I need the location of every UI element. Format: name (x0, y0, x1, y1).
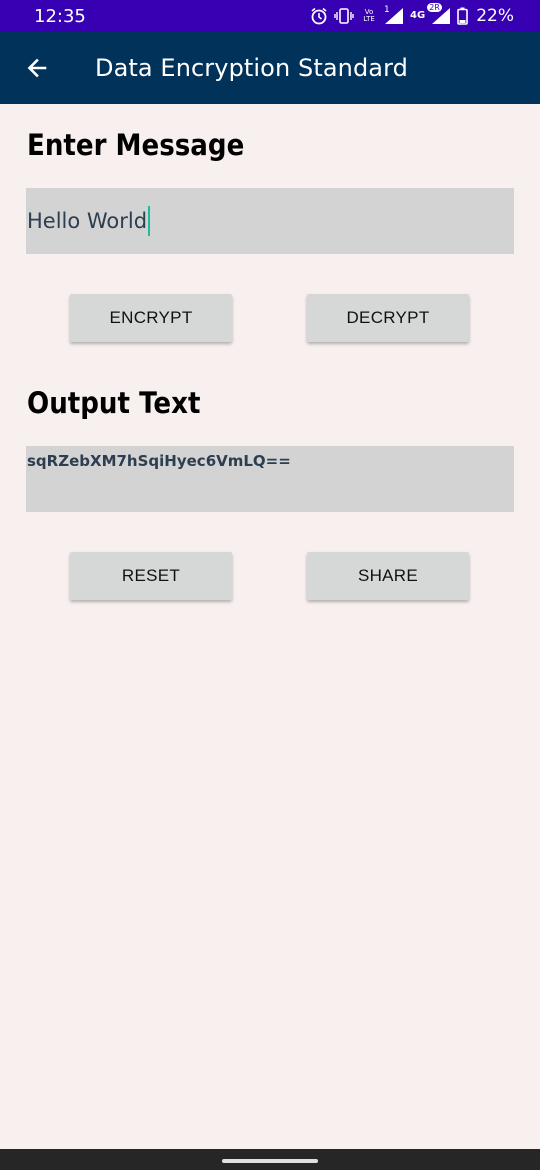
decrypt-button[interactable]: DECRYPT (307, 294, 469, 342)
navigation-bar (0, 1149, 540, 1170)
output-field[interactable]: sqRZebXM7hSqiHyec6VmLQ== (26, 446, 514, 512)
message-input[interactable]: Hello World (26, 188, 514, 254)
signal-icon-2: 2R (427, 3, 451, 25)
share-button[interactable]: SHARE (307, 552, 469, 600)
battery-percent: 22% (476, 6, 514, 26)
alarm-icon (310, 7, 328, 25)
text-cursor (148, 206, 151, 236)
home-indicator[interactable] (222, 1158, 318, 1163)
volte-icon: Vo LTE (363, 8, 375, 23)
message-input-value: Hello World (27, 209, 148, 233)
4g-icon: 4G (410, 10, 426, 21)
reset-button[interactable]: RESET (70, 552, 232, 600)
app-title: Data Encryption Standard (95, 54, 408, 82)
arrow-left-icon (25, 56, 49, 80)
status-time: 12:35 (34, 5, 86, 27)
sim2-label: 2R (427, 3, 442, 12)
signal-icon: 1 (384, 5, 404, 25)
battery-icon (457, 7, 469, 25)
status-bar: 12:35 Vo LTE 1 4G 2R 22% (0, 0, 540, 32)
vibrate-icon (334, 8, 354, 24)
output-value: sqRZebXM7hSqiHyec6VmLQ== (27, 452, 291, 470)
output-text-heading: Output Text (27, 386, 201, 420)
encrypt-button[interactable]: ENCRYPT (70, 294, 232, 342)
sim1-label: 1 (384, 5, 390, 15)
back-button[interactable] (0, 32, 74, 104)
app-bar: Data Encryption Standard (0, 32, 540, 104)
status-icons: Vo LTE 1 4G 2R 22% (310, 3, 514, 26)
enter-message-heading: Enter Message (27, 128, 245, 162)
